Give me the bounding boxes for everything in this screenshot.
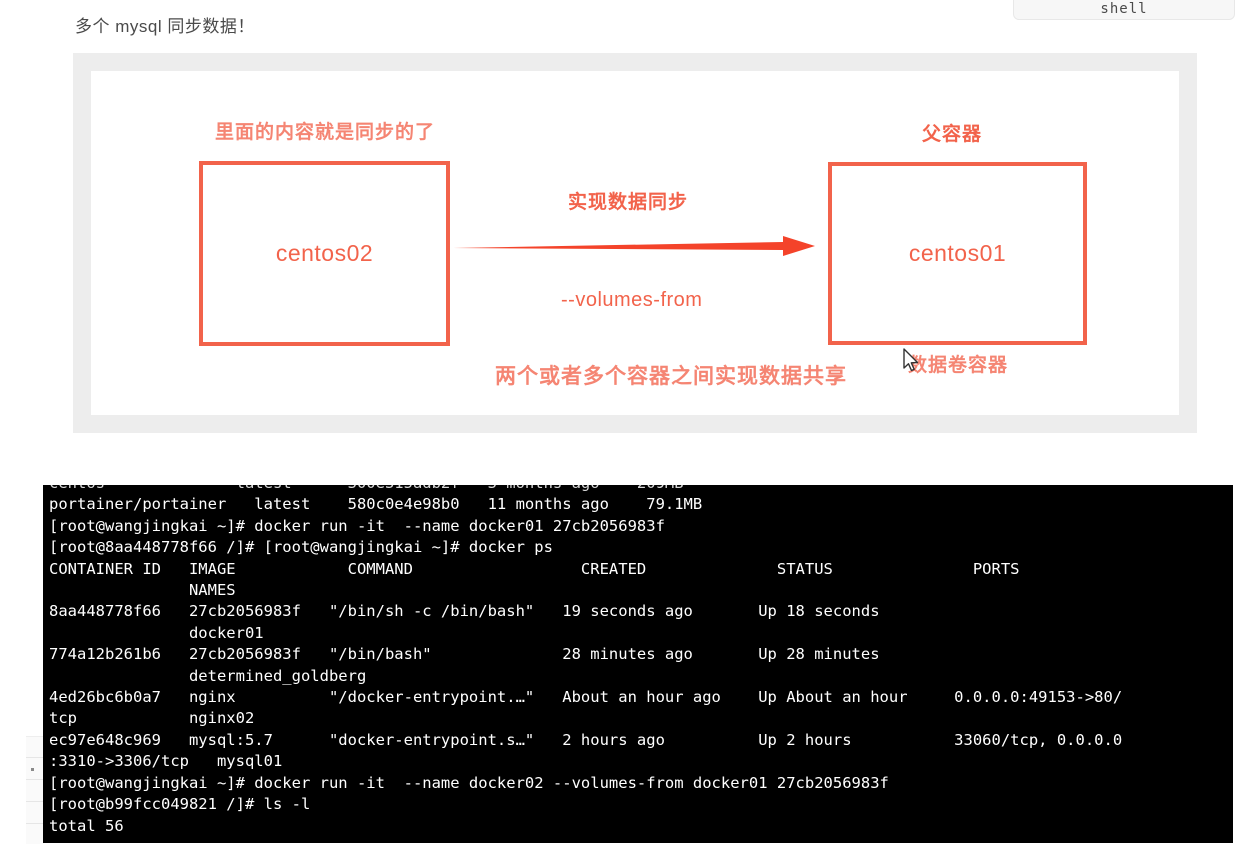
diagram-caption-left-top: 里面的内容就是同步的了 xyxy=(215,122,436,143)
diagram-arrow-label-top: 实现数据同步 xyxy=(568,192,689,213)
background-rule xyxy=(26,757,44,758)
background-rule xyxy=(26,801,44,802)
diagram-box-centos01-label: centos01 xyxy=(908,240,1007,266)
terminal-line: NAMES xyxy=(49,581,236,600)
diagram-caption-right-bottom: 数据卷容器 xyxy=(908,355,1009,376)
terminal-line: total 56 xyxy=(49,816,124,835)
terminal-window[interactable]: centos latest 300e315adb2f 3 months ago … xyxy=(43,485,1233,843)
terminal-line: 8aa448778f66 27cb2056983f "/bin/sh -c /b… xyxy=(49,602,880,621)
terminal-line: [root@wangjingkai ~]# docker run -it --n… xyxy=(49,773,889,792)
background-rule xyxy=(26,779,44,780)
diagram-canvas: 里面的内容就是同步的了 centos02 父容器 centos01 数据卷容器 … xyxy=(91,71,1179,415)
terminal-line: :3310->3306/tcp mysql01 xyxy=(49,752,283,771)
background-rule xyxy=(26,823,44,824)
terminal-line: determined_goldberg xyxy=(49,666,367,685)
background-bullet xyxy=(31,768,34,771)
diagram-arrow-label-bottom: --volumes-from xyxy=(561,289,703,311)
code-language-label: shell xyxy=(1100,1,1148,17)
diagram-box-centos01: centos01 xyxy=(828,162,1087,345)
terminal-line: tcp nginx02 xyxy=(49,709,255,728)
terminal-line: CONTAINER ID IMAGE COMMAND CREATED STATU… xyxy=(49,559,1020,578)
terminal-line: centos latest 300e315adb2f 3 months ago … xyxy=(49,485,1233,494)
diagram-box-centos02-label: centos02 xyxy=(275,240,374,266)
diagram-arrow xyxy=(453,231,833,261)
terminal-line: 4ed26bc6b0a7 nginx "/docker-entrypoint.…… xyxy=(49,688,1123,707)
arrow-icon xyxy=(453,236,815,256)
terminal-line: docker01 xyxy=(49,623,264,642)
code-language-chip: shell xyxy=(1013,0,1235,20)
diagram-caption-bottom: 两个或者多个容器之间实现数据共享 xyxy=(495,365,847,388)
diagram-frame: 里面的内容就是同步的了 centos02 父容器 centos01 数据卷容器 … xyxy=(73,53,1197,433)
terminal-line: 774a12b261b6 27cb2056983f "/bin/bash" 28… xyxy=(49,645,880,664)
terminal-output: centos latest 300e315adb2f 3 months ago … xyxy=(43,485,1233,837)
terminal-line: portainer/portainer latest 580c0e4e98b0 … xyxy=(49,495,703,514)
terminal-line: [root@8aa448778f66 /]# [root@wangjingkai… xyxy=(49,538,553,557)
page-title: 多个 mysql 同步数据！ xyxy=(75,17,255,36)
terminal-line: [root@b99fcc049821 /]# ls -l xyxy=(49,795,311,814)
background-panel-sliver xyxy=(26,736,44,844)
diagram-box-centos02: centos02 xyxy=(199,161,450,346)
diagram-caption-right-top: 父容器 xyxy=(922,124,983,145)
terminal-line: ec97e648c969 mysql:5.7 "docker-entrypoin… xyxy=(49,730,1123,749)
terminal-line: [root@wangjingkai ~]# docker run -it --n… xyxy=(49,516,665,535)
